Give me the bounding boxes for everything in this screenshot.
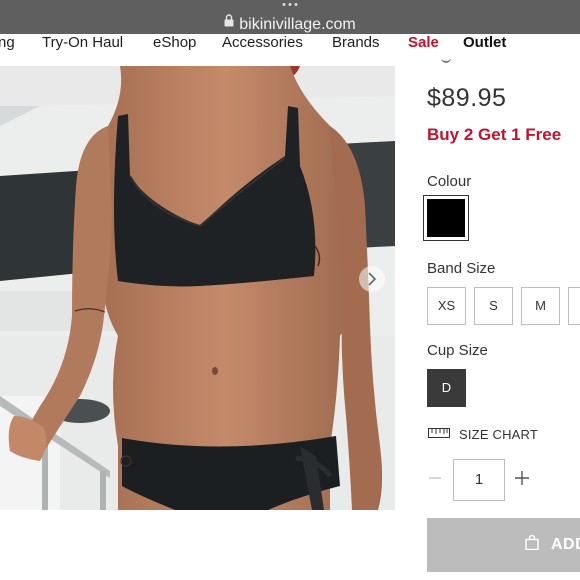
next-image-button[interactable] xyxy=(359,266,385,292)
product-details-panel: $89.95 Buy 2 Get 1 Free Colour Band Size… xyxy=(395,52,580,580)
nav-item-eshop[interactable]: eShop xyxy=(153,34,196,52)
chevron-right-icon xyxy=(367,272,377,286)
minus-icon xyxy=(428,468,442,490)
browser-address-bar: bikinivillage.com xyxy=(0,0,580,38)
swatch-fill xyxy=(427,199,465,237)
nav-item-shopping[interactable]: ng xyxy=(0,34,15,52)
quantity-field[interactable]: 1 xyxy=(453,459,505,501)
add-to-cart-label: ADD xyxy=(551,536,580,553)
tab-grabber xyxy=(282,3,298,6)
ruler-icon xyxy=(428,425,450,443)
partial-title-glyph xyxy=(441,57,451,63)
cup-size-label: Cup Size xyxy=(427,342,488,359)
size-chart-label: SIZE CHART xyxy=(459,426,539,442)
size-chart-link[interactable]: SIZE CHART xyxy=(428,425,538,443)
nav-item-outlet[interactable]: Outlet xyxy=(463,34,506,52)
promo-text: Buy 2 Get 1 Free xyxy=(427,125,562,144)
url-text: bikinivillage.com xyxy=(239,16,356,34)
band-size-label: Band Size xyxy=(427,260,496,277)
quantity-decrease-button[interactable] xyxy=(427,470,443,488)
url-field[interactable]: bikinivillage.com xyxy=(0,13,580,35)
nav-item-sale[interactable]: Sale xyxy=(408,34,439,52)
quantity-increase-button[interactable] xyxy=(513,470,531,488)
band-size-xs[interactable]: XS xyxy=(427,287,466,325)
band-size-next[interactable] xyxy=(568,287,580,325)
product-image[interactable] xyxy=(0,66,395,510)
shopping-bag-icon xyxy=(525,534,539,555)
plus-icon xyxy=(514,466,530,491)
band-size-m[interactable]: M xyxy=(521,287,560,325)
band-size-s[interactable]: S xyxy=(474,287,513,325)
nav-item-accessories[interactable]: Accessories xyxy=(222,34,303,52)
product-page: bikinivillage.com ng Try-On Haul eShop A… xyxy=(0,0,580,580)
add-to-cart-content: ADD xyxy=(525,534,580,555)
nav-item-try-on-haul[interactable]: Try-On Haul xyxy=(42,34,123,52)
product-price: $89.95 xyxy=(427,84,507,112)
colour-label: Colour xyxy=(427,173,472,190)
add-to-cart-button[interactable]: ADD xyxy=(427,518,580,572)
colour-swatch-black[interactable] xyxy=(423,195,469,241)
main-nav: ng Try-On Haul eShop Accessories Brands … xyxy=(0,34,580,52)
lock-icon xyxy=(224,13,234,33)
cup-size-d[interactable]: D xyxy=(427,369,466,407)
nav-item-brands[interactable]: Brands xyxy=(332,34,380,52)
